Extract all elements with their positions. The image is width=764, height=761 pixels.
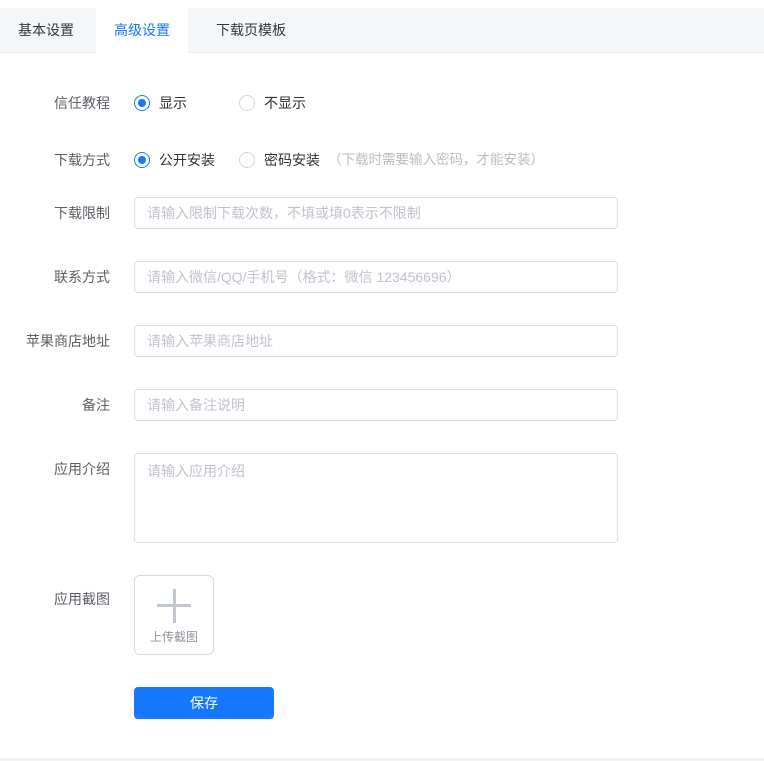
contact-label: 联系方式 xyxy=(54,269,110,285)
download-method-label: 下载方式 xyxy=(54,152,110,168)
contact-row: 联系方式 xyxy=(0,261,764,293)
remark-input[interactable] xyxy=(134,389,618,421)
settings-panel: 基本设置 高级设置 下载页模板 信任教程 显示 不显示 下载方式 公开安装 密码… xyxy=(0,8,764,761)
app-store-url-input[interactable] xyxy=(134,325,618,357)
radio-password-install-label: 密码安装 xyxy=(264,152,320,168)
tab-download-page-template[interactable]: 下载页模板 xyxy=(192,8,310,53)
trust-tutorial-label: 信任教程 xyxy=(54,95,110,111)
radio-hide-label: 不显示 xyxy=(264,95,306,111)
app-screenshot-label: 应用截图 xyxy=(54,591,110,607)
tab-bar: 基本设置 高级设置 下载页模板 xyxy=(0,8,764,54)
tab-basic-settings[interactable]: 基本设置 xyxy=(0,8,92,53)
radio-show[interactable]: 显示 xyxy=(134,93,239,113)
app-store-url-label: 苹果商店地址 xyxy=(26,333,110,349)
radio-public-install-label: 公开安装 xyxy=(159,152,215,168)
download-method-row: 下载方式 公开安装 密码安装 （下载时需要输入密码，才能安装） xyxy=(0,150,764,170)
advanced-settings-form: 信任教程 显示 不显示 下载方式 公开安装 密码安装 （下载时需要输入密码，才能… xyxy=(0,53,764,719)
radio-public-install[interactable]: 公开安装 xyxy=(134,150,239,170)
radio-show-label: 显示 xyxy=(159,95,187,111)
save-row: 保存 xyxy=(134,687,764,719)
radio-password-install[interactable]: 密码安装 xyxy=(239,150,320,170)
contact-input[interactable] xyxy=(134,261,618,293)
app-screenshot-row: 应用截图 上传截图 xyxy=(0,575,764,655)
plus-icon xyxy=(157,589,191,623)
app-intro-row: 应用介绍 xyxy=(0,453,764,543)
radio-selected-icon xyxy=(134,95,150,111)
download-limit-input[interactable] xyxy=(134,197,618,229)
password-install-note: （下载时需要输入密码，才能安装） xyxy=(328,152,544,167)
app-intro-textarea[interactable] xyxy=(134,453,618,543)
radio-unselected-icon xyxy=(239,152,255,168)
remark-row: 备注 xyxy=(0,389,764,421)
radio-unselected-icon xyxy=(239,95,255,111)
save-button[interactable]: 保存 xyxy=(134,687,274,719)
app-intro-label: 应用介绍 xyxy=(54,461,110,477)
radio-selected-icon xyxy=(134,152,150,168)
trust-tutorial-row: 信任教程 显示 不显示 xyxy=(0,93,764,113)
app-store-url-row: 苹果商店地址 xyxy=(0,325,764,357)
tab-advanced-settings[interactable]: 高级设置 xyxy=(96,8,188,54)
download-limit-row: 下载限制 xyxy=(0,197,764,229)
upload-screenshot-button[interactable]: 上传截图 xyxy=(134,575,214,655)
remark-label: 备注 xyxy=(82,397,110,413)
download-limit-label: 下载限制 xyxy=(54,205,110,221)
radio-hide[interactable]: 不显示 xyxy=(239,93,306,113)
upload-screenshot-text: 上传截图 xyxy=(149,630,198,644)
